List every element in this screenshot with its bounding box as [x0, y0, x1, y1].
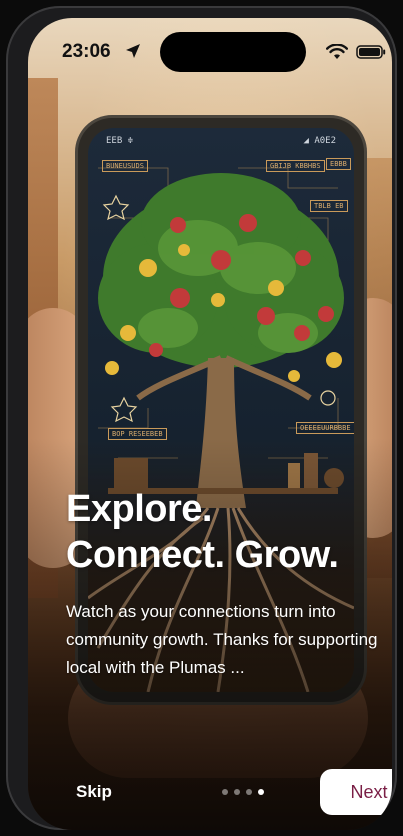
battery-icon	[356, 45, 386, 59]
headline-line-1: Explore.	[66, 488, 212, 530]
dynamic-island	[160, 32, 306, 72]
status-time: 23:06	[62, 41, 111, 62]
page-dot[interactable]	[234, 789, 240, 795]
headline-line-2: Connect. Grow.	[66, 534, 339, 576]
status-bar: 23:06	[28, 18, 392, 78]
onboarding-description: Watch as your connections turn into comm…	[66, 602, 378, 677]
skip-button[interactable]: Skip	[76, 782, 112, 802]
device-frame: EEB ≑ ◢ A0E2 BUNEUSUDS GBIJB KBBHBS EBBB…	[6, 6, 397, 830]
page-indicator	[222, 789, 264, 797]
location-arrow-icon	[126, 44, 140, 58]
wifi-icon	[326, 44, 348, 59]
page-dot[interactable]	[246, 789, 252, 795]
onboarding-headline: Explore. Connect. Grow.	[66, 486, 386, 578]
onboarding-screen: EEB ≑ ◢ A0E2 BUNEUSUDS GBIJB KBBHBS EBBB…	[28, 18, 392, 830]
page-dot-active[interactable]	[258, 789, 264, 795]
next-button[interactable]: Next	[320, 769, 392, 815]
page-dot[interactable]	[222, 789, 228, 795]
